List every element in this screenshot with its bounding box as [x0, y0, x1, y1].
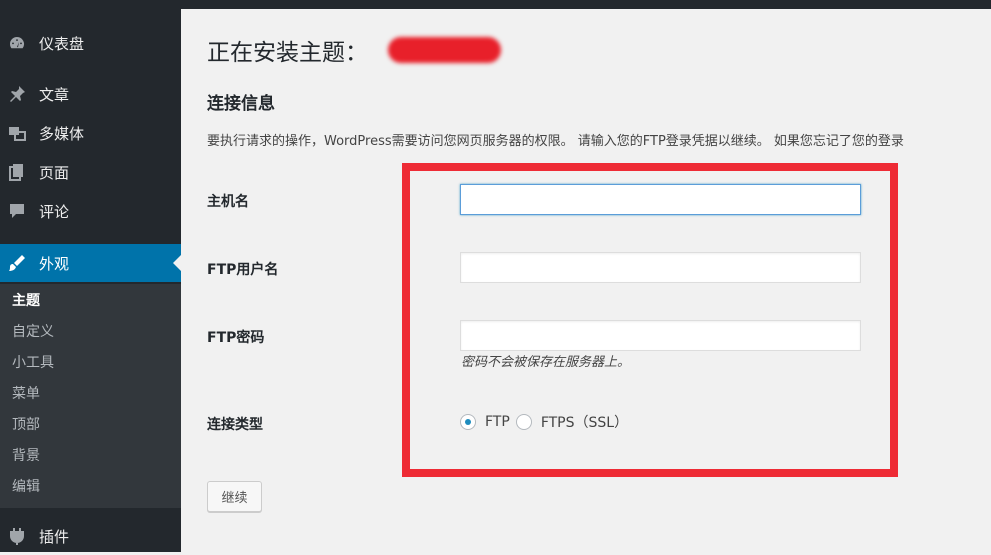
menu-item-pages[interactable]: 页面	[0, 153, 181, 191]
radio-ftps[interactable]	[515, 414, 532, 430]
plugin-icon	[8, 527, 26, 545]
pin-icon	[8, 85, 26, 103]
menu-item-appearance[interactable]: 外观	[0, 244, 181, 282]
submenu-item-editor[interactable]: 编辑	[12, 476, 40, 496]
submenu-item-customize[interactable]: 自定义	[12, 321, 54, 341]
submenu-item-themes[interactable]: 主题	[12, 290, 40, 310]
hostname-input[interactable]	[460, 184, 861, 215]
continue-button[interactable]: 继续	[207, 481, 262, 512]
connection-description: 要执行请求的操作，WordPress需要访问您网页服务器的权限。 请输入您的FT…	[207, 134, 904, 149]
menu-label: 评论	[39, 202, 70, 221]
password-label: FTP密码	[207, 330, 265, 346]
admin-top-bar	[0, 0, 991, 9]
radio-ftp-label[interactable]: FTP	[485, 414, 510, 430]
username-label: FTP用户名	[207, 262, 279, 278]
appearance-submenu: 主题 自定义 小工具 菜单 顶部 背景 编辑	[0, 284, 181, 508]
menu-label: 多媒体	[39, 124, 85, 143]
submenu-item-widgets[interactable]: 小工具	[12, 352, 54, 372]
menu-label: 仪表盘	[39, 34, 85, 53]
menu-item-comments[interactable]: 评论	[0, 192, 181, 230]
radio-selected-dot	[465, 419, 471, 425]
submenu-item-header[interactable]: 顶部	[12, 414, 40, 434]
hostname-label: 主机名	[207, 194, 249, 210]
menu-label: 插件	[39, 527, 70, 546]
main-content: 正在安装主题： 连接信息 要执行请求的操作，WordPress需要访问您网页服务…	[181, 9, 991, 552]
menu-label: 页面	[39, 163, 70, 182]
redacted-theme-name	[388, 37, 501, 63]
section-title: 连接信息	[207, 94, 275, 114]
submenu-item-menus[interactable]: 菜单	[12, 383, 40, 403]
radio-ftps-label[interactable]: FTPS（SSL）	[541, 412, 628, 432]
brush-icon	[8, 254, 26, 272]
page-title: 正在安装主题：	[207, 40, 368, 66]
connection-type-label: 连接类型	[207, 417, 263, 433]
menu-item-plugins[interactable]: 插件	[0, 517, 181, 555]
media-icon	[8, 124, 26, 142]
menu-item-media[interactable]: 多媒体	[0, 114, 181, 152]
menu-label: 文章	[39, 85, 70, 104]
ftp-username-input[interactable]	[460, 252, 861, 283]
password-hint: 密码不会被保存在服务器上。	[461, 355, 631, 370]
menu-item-dashboard[interactable]: 仪表盘	[0, 24, 181, 62]
ftp-password-input[interactable]	[460, 320, 861, 351]
page-icon	[8, 163, 26, 181]
submenu-item-background[interactable]: 背景	[12, 445, 40, 465]
menu-item-posts[interactable]: 文章	[0, 75, 181, 113]
connection-type-group: FTP FTPS（SSL）	[460, 412, 634, 432]
radio-ftp[interactable]	[460, 414, 476, 430]
comment-icon	[8, 202, 26, 220]
active-indicator	[173, 255, 181, 271]
dashboard-icon	[8, 34, 26, 52]
menu-label: 外观	[39, 254, 70, 273]
